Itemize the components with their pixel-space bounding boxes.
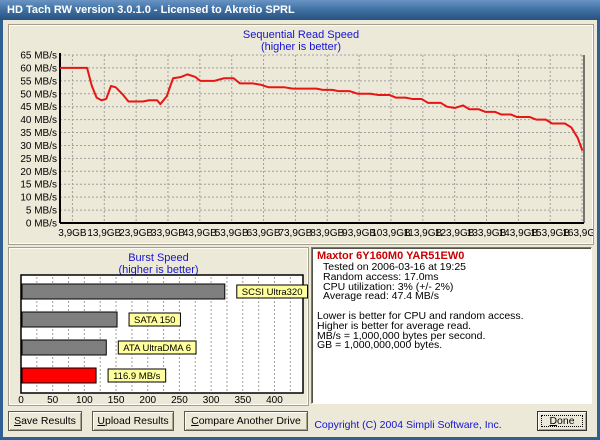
svg-text:55 MB/s: 55 MB/s — [20, 76, 57, 87]
svg-text:150: 150 — [108, 395, 125, 405]
svg-text:65 MB/s: 65 MB/s — [20, 51, 57, 62]
svg-text:25 MB/s: 25 MB/s — [20, 154, 57, 165]
svg-text:43,9GB: 43,9GB — [183, 228, 217, 239]
svg-text:13,9GB: 13,9GB — [87, 228, 121, 239]
svg-text:100: 100 — [76, 395, 93, 405]
client-area: Sequential Read Speed (higher is better)… — [3, 20, 597, 437]
svg-text:45 MB/s: 45 MB/s — [20, 102, 57, 113]
svg-text:300: 300 — [203, 395, 220, 405]
title-bar[interactable]: HD Tach RW version 3.0.1.0 - Licensed to… — [0, 0, 600, 20]
svg-text:ATA UltraDMA 6: ATA UltraDMA 6 — [123, 343, 191, 354]
done-button[interactable]: Done — [537, 411, 587, 431]
svg-text:73,9GB: 73,9GB — [278, 228, 312, 239]
svg-text:10 MB/s: 10 MB/s — [20, 193, 57, 204]
svg-text:30 MB/s: 30 MB/s — [20, 141, 57, 152]
svg-text:35 MB/s: 35 MB/s — [20, 128, 57, 139]
svg-text:40 MB/s: 40 MB/s — [20, 115, 57, 126]
svg-text:23,9GB: 23,9GB — [119, 228, 153, 239]
burst-speed-panel: Burst Speed (higher is better) 050100150… — [8, 247, 309, 406]
svg-text:250: 250 — [171, 395, 188, 405]
svg-text:83,9GB: 83,9GB — [310, 228, 344, 239]
svg-text:15 MB/s: 15 MB/s — [20, 180, 57, 191]
svg-text:50 MB/s: 50 MB/s — [20, 89, 57, 100]
copyright-text: Copyright (C) 2004 Simpli Software, Inc.… — [283, 415, 533, 435]
svg-text:20 MB/s: 20 MB/s — [20, 167, 57, 178]
svg-text:0: 0 — [18, 395, 24, 405]
svg-text:63,9GB: 63,9GB — [247, 228, 281, 239]
svg-text:0 MB/s: 0 MB/s — [26, 219, 57, 230]
average-read-line: Average read: 47.4 MB/s — [317, 292, 587, 302]
svg-text:350: 350 — [234, 395, 251, 405]
upload-results-button[interactable]: Upload Results — [92, 411, 174, 431]
svg-text:3,9GB: 3,9GB — [58, 228, 87, 239]
note-line-4: GB = 1,000,000,000 bytes. — [317, 341, 587, 351]
hd-tach-window: HD Tach RW version 3.0.1.0 - Licensed to… — [0, 0, 600, 440]
svg-text:SCSI Ultra320: SCSI Ultra320 — [242, 287, 303, 298]
sequential-read-panel: Sequential Read Speed (higher is better)… — [8, 24, 594, 245]
svg-text:SATA 150: SATA 150 — [134, 315, 175, 326]
save-results-button[interactable]: Save Results — [8, 411, 82, 431]
window-title: HD Tach RW version 3.0.1.0 - Licensed to… — [7, 4, 295, 16]
svg-text:116.9 MB/s: 116.9 MB/s — [113, 371, 161, 382]
svg-text:200: 200 — [139, 395, 156, 405]
svg-text:5 MB/s: 5 MB/s — [26, 206, 57, 217]
sequential-read-chart: 3,9GB13,9GB23,9GB33,9GB43,9GB53,9GB63,9G… — [9, 25, 593, 244]
svg-text:60 MB/s: 60 MB/s — [20, 63, 57, 74]
svg-text:50: 50 — [47, 395, 59, 405]
svg-text:53,9GB: 53,9GB — [215, 228, 249, 239]
results-info-panel: Maxtor 6Y160M0 YAR51EW0 Tested on 2006-0… — [311, 247, 592, 404]
svg-text:33,9GB: 33,9GB — [151, 228, 185, 239]
burst-speed-chart: 0 50 100 150 200 250 300 350 400 SCSI Ultra320 SAT… — [9, 248, 308, 405]
svg-text:400: 400 — [266, 395, 283, 405]
svg-text:163,9GB: 163,9GB — [562, 228, 593, 239]
